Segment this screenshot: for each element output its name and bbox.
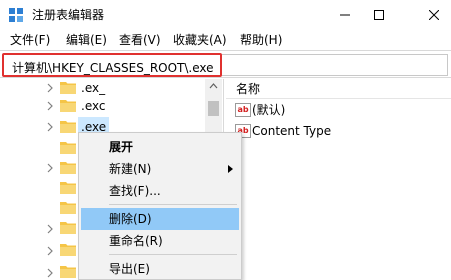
submenu-arrow-icon — [228, 165, 233, 173]
address-bar-extension[interactable] — [222, 54, 448, 76]
chevron-right-icon[interactable] — [46, 224, 54, 234]
chevron-right-icon[interactable] — [46, 101, 54, 111]
menu-item-export[interactable]: 导出(E) — [81, 258, 239, 280]
minimize-button[interactable] — [328, 0, 362, 30]
tree-item-label: .exc — [81, 99, 106, 113]
menu-item-label: 展开 — [109, 140, 134, 154]
folder-icon — [60, 244, 76, 256]
menu-item-label: 查找(F)... — [109, 184, 161, 198]
chevron-right-icon[interactable] — [46, 163, 54, 173]
folder-icon — [60, 182, 76, 194]
tree-item[interactable]: .exc — [0, 95, 205, 117]
value-row[interactable]: ab (默认) — [226, 100, 451, 120]
maximize-icon — [374, 10, 384, 20]
menu-item-label: 删除(D) — [109, 212, 152, 226]
menu-item-find[interactable]: 查找(F)... — [81, 180, 239, 202]
column-header-label: 名称 — [236, 82, 261, 96]
menu-file[interactable]: 文件(F) — [10, 32, 50, 48]
address-path: 计算机\HKEY_CLASSES_ROOT\.exe — [12, 61, 214, 75]
menu-favorites[interactable]: 收藏夹(A) — [173, 32, 227, 48]
address-input[interactable]: 计算机\HKEY_CLASSES_ROOT\.exe — [2, 53, 222, 77]
value-name: Content Type — [252, 124, 332, 138]
menu-help[interactable]: 帮助(H) — [240, 32, 282, 48]
menu-item-label: 导出(E) — [109, 262, 150, 276]
folder-icon — [60, 162, 76, 174]
folder-icon — [60, 100, 76, 112]
menu-edit[interactable]: 编辑(E) — [66, 32, 107, 48]
chevron-right-icon[interactable] — [46, 83, 54, 93]
folder-icon — [60, 222, 76, 234]
title-bar: 注册表编辑器 — [0, 0, 451, 30]
menu-separator — [109, 254, 237, 255]
value-row[interactable]: ab Content Type — [226, 121, 451, 141]
minimize-icon — [340, 14, 350, 16]
value-name: (默认) — [252, 103, 286, 117]
close-icon — [429, 10, 439, 20]
menu-item-delete[interactable]: 删除(D) — [81, 208, 239, 230]
values-pane: 名称 ab (默认) ab Content Type — [226, 79, 451, 280]
maximize-button[interactable] — [362, 0, 396, 30]
menu-bar: 文件(F) 编辑(E) 查看(V) 收藏夹(A) 帮助(H) — [0, 30, 451, 50]
menu-item-expand[interactable]: 展开 — [81, 136, 239, 158]
context-menu: 展开 新建(N) 查找(F)... 删除(D) 重命名(R) 导出(E) — [78, 132, 242, 280]
tree-item-label: .ex_ — [81, 81, 106, 95]
regedit-app-icon — [9, 8, 23, 22]
column-header-name[interactable]: 名称 — [226, 79, 451, 99]
chevron-right-icon[interactable] — [46, 268, 54, 278]
folder-icon — [60, 82, 76, 94]
folder-icon — [60, 142, 76, 154]
address-bar: 计算机\HKEY_CLASSES_ROOT\.exe — [0, 50, 451, 78]
menu-item-label: 新建(N) — [109, 162, 152, 176]
menu-item-rename[interactable]: 重命名(R) — [81, 230, 239, 252]
menu-item-label: 重命名(R) — [109, 234, 163, 248]
folder-icon — [60, 202, 76, 214]
window-title: 注册表编辑器 — [32, 8, 105, 22]
chevron-right-icon[interactable] — [46, 122, 54, 132]
menu-item-new[interactable]: 新建(N) — [81, 158, 239, 180]
scroll-up-arrow-icon[interactable] — [209, 83, 218, 89]
folder-icon — [60, 266, 76, 278]
folder-icon — [60, 121, 76, 133]
scrollbar-thumb[interactable] — [208, 101, 219, 116]
menu-separator — [109, 204, 237, 205]
menu-view[interactable]: 查看(V) — [119, 32, 161, 48]
string-value-icon: ab — [235, 103, 251, 117]
close-button[interactable] — [417, 0, 451, 30]
chevron-right-icon[interactable] — [46, 246, 54, 256]
